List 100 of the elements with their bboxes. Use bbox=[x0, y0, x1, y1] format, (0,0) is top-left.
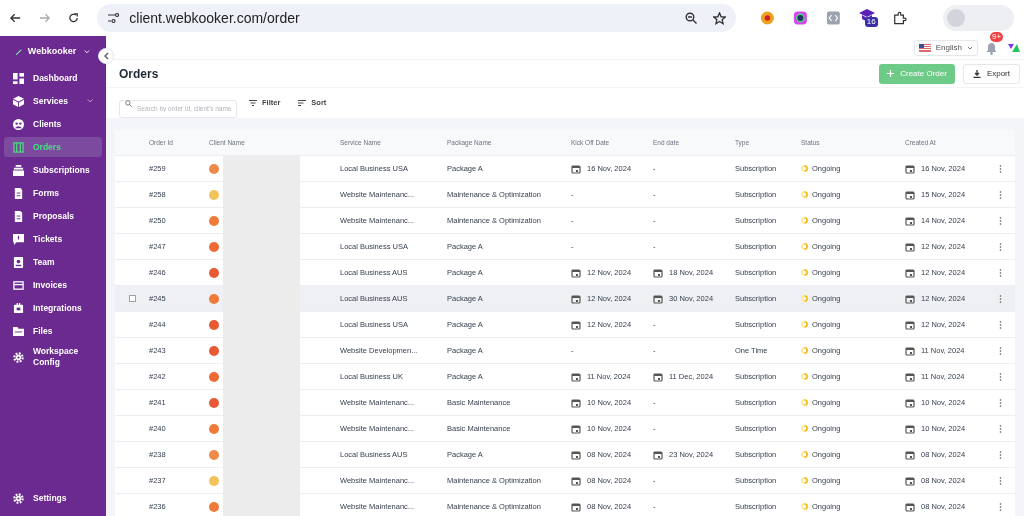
calendar-icon bbox=[905, 449, 915, 460]
table-icon bbox=[13, 141, 24, 153]
calendar-icon bbox=[905, 319, 915, 330]
more-icon[interactable] bbox=[999, 294, 1002, 303]
gear-icon bbox=[13, 492, 24, 504]
progress-icon bbox=[801, 399, 808, 406]
stack-icon bbox=[13, 164, 24, 176]
calendar-icon bbox=[905, 215, 915, 226]
progress-icon bbox=[801, 243, 808, 250]
extension-icon[interactable] bbox=[793, 10, 808, 26]
site-settings-icon[interactable] bbox=[107, 12, 120, 24]
sidebar-item[interactable]: Services bbox=[4, 91, 102, 111]
sidebar-item[interactable]: Files bbox=[4, 321, 102, 341]
notification-badge: 9+ bbox=[990, 31, 1004, 42]
sidebar-item[interactable]: Integrations bbox=[4, 298, 102, 318]
address-bar[interactable]: client.webkooker.com/order bbox=[97, 4, 737, 32]
calendar-icon bbox=[905, 423, 915, 434]
progress-icon bbox=[801, 217, 808, 224]
more-icon[interactable] bbox=[999, 216, 1002, 225]
more-icon[interactable] bbox=[999, 320, 1002, 329]
more-icon[interactable] bbox=[999, 372, 1002, 381]
progress-icon bbox=[801, 503, 808, 510]
export-button[interactable]: Export bbox=[962, 63, 1020, 84]
sidebar-item[interactable]: Team bbox=[4, 252, 102, 272]
folder-icon bbox=[13, 325, 24, 337]
download-icon bbox=[972, 69, 981, 78]
more-icon[interactable] bbox=[999, 424, 1002, 433]
calendar-icon bbox=[571, 397, 581, 408]
calendar-icon bbox=[905, 267, 915, 278]
calendar-icon bbox=[571, 267, 581, 278]
more-icon[interactable] bbox=[999, 346, 1002, 355]
reload-icon[interactable] bbox=[68, 12, 80, 24]
forward-icon[interactable] bbox=[39, 12, 51, 24]
calendar-icon bbox=[905, 371, 915, 382]
puzzle-icon[interactable] bbox=[893, 10, 908, 26]
filter-icon bbox=[249, 100, 257, 106]
language-select[interactable]: English bbox=[913, 39, 978, 56]
settings-item[interactable]: Settings bbox=[4, 488, 102, 508]
more-icon[interactable] bbox=[999, 164, 1002, 173]
calendar-icon bbox=[905, 241, 915, 252]
calendar-icon bbox=[653, 267, 663, 278]
code-icon[interactable] bbox=[825, 10, 841, 26]
flag-icon bbox=[918, 43, 931, 52]
search-icon bbox=[125, 99, 132, 107]
plus-icon bbox=[887, 70, 895, 77]
page-title: Orders bbox=[119, 65, 159, 83]
zoom-out-icon[interactable] bbox=[685, 12, 698, 24]
more-icon[interactable] bbox=[999, 450, 1002, 459]
checkbox[interactable] bbox=[128, 295, 136, 302]
calendar-icon bbox=[653, 449, 663, 460]
sidebar-item[interactable]: Workspace Config bbox=[4, 344, 102, 370]
users-icon bbox=[13, 118, 24, 130]
credit-card-icon bbox=[13, 279, 24, 291]
progress-icon bbox=[801, 321, 808, 328]
message-alert-icon bbox=[13, 233, 24, 245]
more-icon[interactable] bbox=[999, 242, 1002, 251]
cube-icon bbox=[13, 95, 24, 107]
dashboard-icon bbox=[13, 72, 24, 84]
progress-icon bbox=[801, 347, 808, 354]
more-icon[interactable] bbox=[999, 190, 1002, 199]
star-icon[interactable] bbox=[713, 11, 727, 25]
sidebar-item[interactable]: Dashboard bbox=[4, 68, 102, 88]
progress-icon bbox=[801, 425, 808, 432]
calendar-icon bbox=[571, 475, 581, 486]
calendar-icon bbox=[653, 371, 663, 382]
progress-icon bbox=[801, 269, 808, 276]
progress-icon bbox=[801, 477, 808, 484]
progress-icon bbox=[801, 373, 808, 380]
url-text: client.webkooker.com/order bbox=[129, 8, 301, 28]
sidebar-item[interactable]: Orders bbox=[4, 137, 102, 157]
calendar-icon bbox=[905, 163, 915, 174]
more-icon[interactable] bbox=[999, 398, 1002, 407]
bell-icon[interactable] bbox=[986, 42, 997, 55]
sidebar-item[interactable]: Proposals bbox=[4, 206, 102, 226]
sidebar-item[interactable]: Clients bbox=[4, 114, 102, 134]
sidebar-item[interactable]: Subscriptions bbox=[4, 160, 102, 180]
back-icon[interactable] bbox=[10, 12, 22, 24]
avatar-icon bbox=[947, 9, 966, 27]
calendar-icon bbox=[905, 501, 915, 512]
id-badge-icon bbox=[13, 256, 24, 268]
more-icon[interactable] bbox=[999, 268, 1002, 277]
plug-icon bbox=[13, 302, 24, 314]
more-icon[interactable] bbox=[999, 476, 1002, 485]
more-icon[interactable] bbox=[999, 502, 1002, 511]
collapse-sidebar-button[interactable] bbox=[98, 48, 114, 64]
calendar-icon bbox=[905, 345, 915, 356]
brand-name: Webkooker bbox=[27, 45, 77, 59]
document-icon bbox=[13, 210, 24, 222]
pencil-icon bbox=[16, 48, 22, 56]
calendar-icon bbox=[571, 423, 581, 434]
sidebar-item[interactable]: Tickets bbox=[4, 229, 102, 249]
sidebar-item[interactable]: Invoices bbox=[4, 275, 102, 295]
calendar-icon bbox=[905, 475, 915, 486]
extension-icon[interactable] bbox=[760, 10, 776, 26]
calendar-icon bbox=[571, 501, 581, 512]
chevron-down-icon[interactable] bbox=[84, 49, 90, 55]
sidebar-item[interactable]: Forms bbox=[4, 183, 102, 203]
gear-icon bbox=[13, 351, 24, 363]
sort-icon bbox=[298, 100, 307, 106]
calendar-icon bbox=[571, 449, 581, 460]
